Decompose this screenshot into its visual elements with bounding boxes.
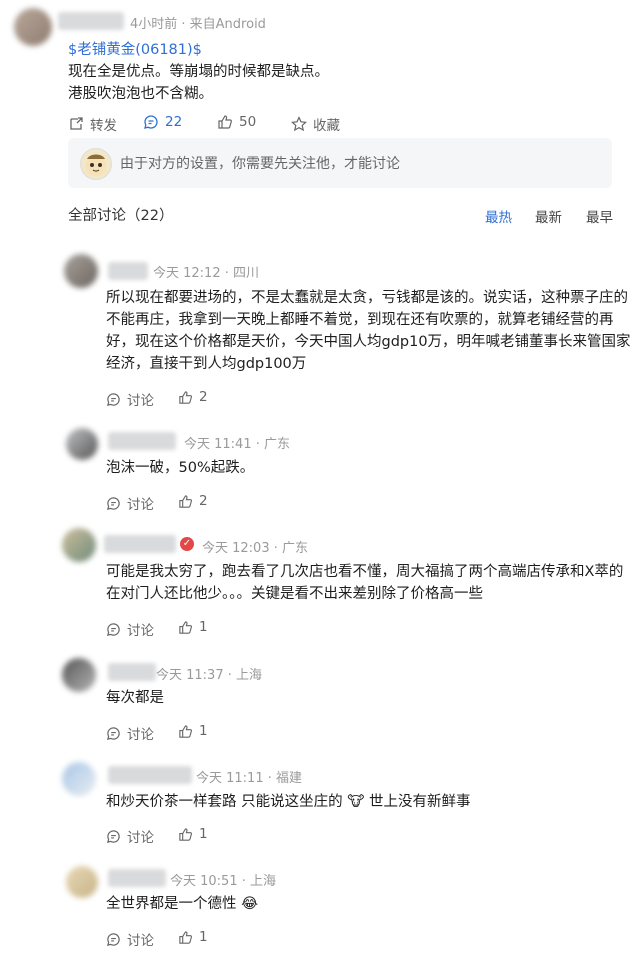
comment-avatar[interactable]: [62, 762, 96, 796]
thumbs-up-icon: [179, 724, 193, 738]
sort-hot-tab[interactable]: 最热: [485, 206, 512, 226]
thumbs-up-icon: [179, 390, 193, 404]
comment-count-button[interactable]: 22: [143, 114, 182, 130]
sort-earliest-tab[interactable]: 最早: [586, 206, 613, 226]
verified-badge-icon: ✓: [180, 537, 194, 551]
post-line-1: 现在全是优点。等崩塌的时候都是缺点。: [68, 64, 329, 80]
thumbs-up-icon: [179, 494, 193, 508]
comment-like-button[interactable]: 2: [178, 389, 208, 405]
comment-like-count: 1: [199, 826, 208, 842]
discussion-title: 全部讨论（22）: [68, 208, 174, 224]
comment-avatar[interactable]: [64, 254, 98, 288]
stock-tag-link[interactable]: $老铺黄金(06181)$: [68, 38, 202, 59]
comment-icon: [107, 392, 120, 406]
comment-count: 22: [165, 114, 183, 130]
cartoon-avatar-icon: [86, 154, 106, 176]
comment-meta: 今天 10:51 · 上海: [170, 874, 276, 889]
comment-like-button[interactable]: 1: [178, 723, 208, 739]
reply-label: 讨论: [127, 623, 154, 639]
comment-like-count: 1: [199, 619, 208, 635]
post-line-2: 港股吹泡泡也不含糊。: [68, 86, 213, 102]
repost-button[interactable]: 转发: [68, 114, 117, 134]
thumbs-up-icon: [218, 115, 232, 129]
comment-author-name[interactable]: [108, 766, 192, 784]
like-count: 50: [239, 114, 257, 130]
comment-author-name[interactable]: [108, 869, 166, 887]
comment-icon: [144, 115, 158, 129]
reply-button[interactable]: 讨论: [106, 389, 154, 409]
comment-avatar[interactable]: [62, 658, 96, 692]
reply-button[interactable]: 讨论: [106, 929, 154, 949]
comment-meta: 今天 11:37 · 上海: [156, 668, 262, 683]
comment-author-name[interactable]: [108, 262, 148, 280]
reply-button[interactable]: 讨论: [106, 493, 154, 513]
comment-avatar[interactable]: [66, 866, 98, 898]
comment-like-count: 1: [199, 723, 208, 739]
comment-like-count: 2: [199, 389, 208, 405]
comment-text-line: 不能再庄，我拿到一天晚上都睡不着觉，到现在还有吹票的，就算老铺经营的再: [106, 312, 614, 328]
reply-label: 讨论: [127, 830, 154, 846]
comment-text-line: 泡沫一破，50%起跌。: [106, 460, 255, 476]
notice-text: 由于对方的设置，你需要先关注他，才能讨论: [120, 156, 400, 172]
reply-button[interactable]: 讨论: [106, 723, 154, 743]
comment-icon: [107, 829, 120, 843]
favorite-label: 收藏: [313, 118, 340, 134]
comment-like-button[interactable]: 1: [178, 826, 208, 842]
comment-like-button[interactable]: 1: [178, 929, 208, 945]
comment-icon: [107, 496, 120, 510]
reply-label: 讨论: [127, 933, 154, 949]
follow-required-notice: 由于对方的设置，你需要先关注他，才能讨论: [68, 138, 612, 188]
thumbs-up-icon: [179, 930, 193, 944]
comment-text-line: 每次都是: [106, 690, 164, 706]
comment-meta: 今天 12:12 · 四川: [153, 266, 259, 281]
comment-icon: [107, 726, 120, 740]
author-avatar[interactable]: [14, 8, 52, 46]
comment-text-line: 可能是我太穷了，跑去看了几次店也看不懂，周大福搞了两个高端店传承和X萃的: [106, 564, 624, 580]
comment-meta: 今天 12:03 · 广东: [202, 541, 308, 556]
comment-avatar[interactable]: [66, 428, 98, 460]
author-name[interactable]: [58, 12, 124, 30]
comment-text-line: 所以现在都要进场的，不是太蠢就是太贪，亏钱都是该的。说实话，这种票子庄的: [106, 290, 628, 306]
comment-avatar[interactable]: [62, 528, 96, 562]
comment-author-name[interactable]: [108, 432, 176, 450]
comment-text-line: 在对门人还比他少。。。关键是看不出来差别除了价格高一些: [106, 586, 483, 602]
comment-meta: 今天 11:41 · 广东: [184, 437, 290, 452]
comment-icon: [107, 932, 120, 946]
like-button[interactable]: 50: [217, 114, 256, 130]
comment-like-button[interactable]: 1: [178, 619, 208, 635]
favorite-button[interactable]: 收藏: [291, 114, 340, 134]
thumbs-up-icon: [179, 620, 193, 634]
comment-like-count: 2: [199, 493, 208, 509]
repost-label: 转发: [90, 118, 117, 134]
reply-label: 讨论: [127, 727, 154, 743]
repost-icon: [70, 117, 83, 130]
comment-text-line: 好，现在这个价格都是天价，今天中国人均gdp10万，明年喊老铺董事长来管国家: [106, 334, 631, 350]
sort-latest-tab[interactable]: 最新: [535, 206, 562, 226]
comment-meta: 今天 11:11 · 福建: [196, 771, 302, 786]
comment-text-line: 经济，直接干到人均gdp100万: [106, 356, 307, 372]
comment-like-count: 1: [199, 929, 208, 945]
comment-like-button[interactable]: 2: [178, 493, 208, 509]
comment-text-line: 全世界都是一个德性 😂: [106, 896, 259, 912]
comment-author-name[interactable]: [104, 535, 176, 553]
reply-label: 讨论: [127, 393, 154, 409]
reply-button[interactable]: 讨论: [106, 619, 154, 639]
post-time-source: 4小时前 · 来自Android: [130, 17, 266, 32]
comment-icon: [107, 622, 120, 636]
comment-text-line: 和炒天价茶一样套路 只能说这坐庄的 🐮 世上没有新鲜事: [106, 794, 471, 810]
comment-author-name[interactable]: [108, 663, 156, 681]
star-icon: [291, 116, 307, 132]
thumbs-up-icon: [179, 827, 193, 841]
reply-button[interactable]: 讨论: [106, 826, 154, 846]
reply-label: 讨论: [127, 497, 154, 513]
current-user-avatar: [80, 148, 112, 180]
